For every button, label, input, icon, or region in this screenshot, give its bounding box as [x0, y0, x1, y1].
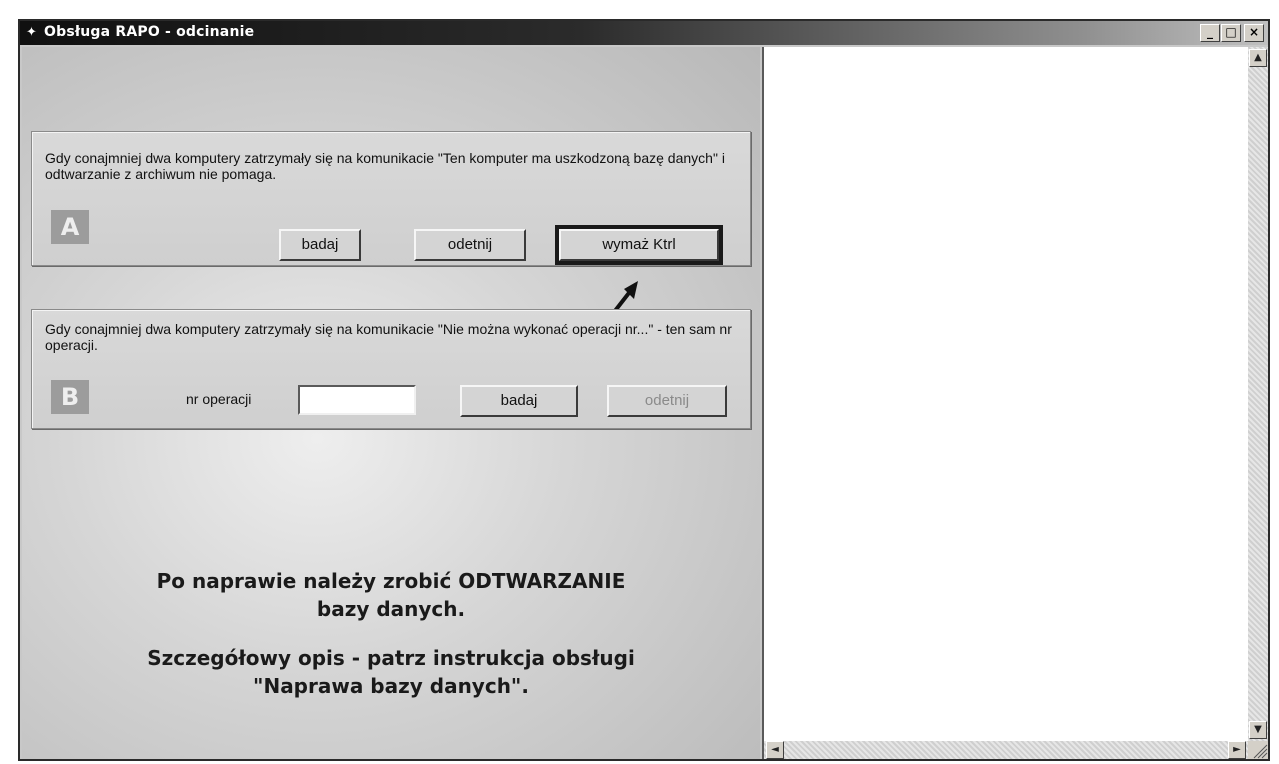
- scroll-left-icon[interactable]: ◄: [766, 741, 784, 759]
- group-a-odetnij-button[interactable]: odetnij: [414, 229, 526, 261]
- size-grip-icon[interactable]: [1248, 741, 1268, 759]
- repair-note-line-1: Po naprawie należy zrobić ODTWARZANIE: [156, 569, 626, 593]
- group-a-wymaz-button[interactable]: wymaż Ktrl: [555, 225, 723, 265]
- application-window: ✦ Obsługa RAPO - odcinanie _ □ × Gdy con…: [18, 19, 1270, 761]
- vertical-scrollbar[interactable]: ▲ ▼: [1248, 47, 1268, 741]
- maximize-button[interactable]: □: [1221, 24, 1241, 42]
- group-b: Gdy conajmniej dwa komputery zatrzymały …: [31, 309, 751, 429]
- group-a-badge: A: [51, 210, 89, 244]
- manual-note: Szczegółowy opis - patrz instrukcja obsł…: [22, 644, 760, 700]
- left-panel: Gdy conajmniej dwa komputery zatrzymały …: [22, 47, 760, 759]
- scroll-right-icon[interactable]: ►: [1228, 741, 1246, 759]
- group-a-description: Gdy conajmniej dwa komputery zatrzymały …: [45, 150, 725, 182]
- group-a-badaj-button[interactable]: badaj: [279, 229, 361, 261]
- nr-operacji-input[interactable]: [298, 385, 416, 415]
- manual-note-line-1: Szczegółowy opis - patrz instrukcja obsł…: [147, 646, 635, 670]
- group-b-badaj-button[interactable]: badaj: [460, 385, 578, 417]
- scroll-up-icon[interactable]: ▲: [1249, 49, 1267, 67]
- nr-operacji-label: nr operacji: [186, 391, 252, 407]
- window-title: Obsługa RAPO - odcinanie: [44, 24, 255, 40]
- repair-note-line-2: bazy danych.: [316, 597, 466, 621]
- horizontal-scrollbar[interactable]: ◄ ►: [764, 741, 1248, 759]
- group-a: Gdy conajmniej dwa komputery zatrzymały …: [31, 131, 751, 266]
- manual-note-line-2: "Naprawa bazy danych".: [253, 674, 529, 698]
- group-b-description: Gdy conajmniej dwa komputery zatrzymały …: [45, 321, 732, 353]
- minimize-button[interactable]: _: [1200, 24, 1220, 42]
- log-output-area[interactable]: ▲ ▼ ◄ ►: [762, 47, 1268, 759]
- title-bar: ✦ Obsługa RAPO - odcinanie _ □ ×: [20, 21, 1268, 45]
- group-b-badge: B: [51, 380, 89, 414]
- close-button[interactable]: ×: [1244, 24, 1264, 42]
- app-icon: ✦: [26, 24, 37, 39]
- scroll-down-icon[interactable]: ▼: [1249, 721, 1267, 739]
- repair-note: Po naprawie należy zrobić ODTWARZANIE ba…: [22, 567, 760, 623]
- group-b-odetnij-button[interactable]: odetnij: [607, 385, 727, 417]
